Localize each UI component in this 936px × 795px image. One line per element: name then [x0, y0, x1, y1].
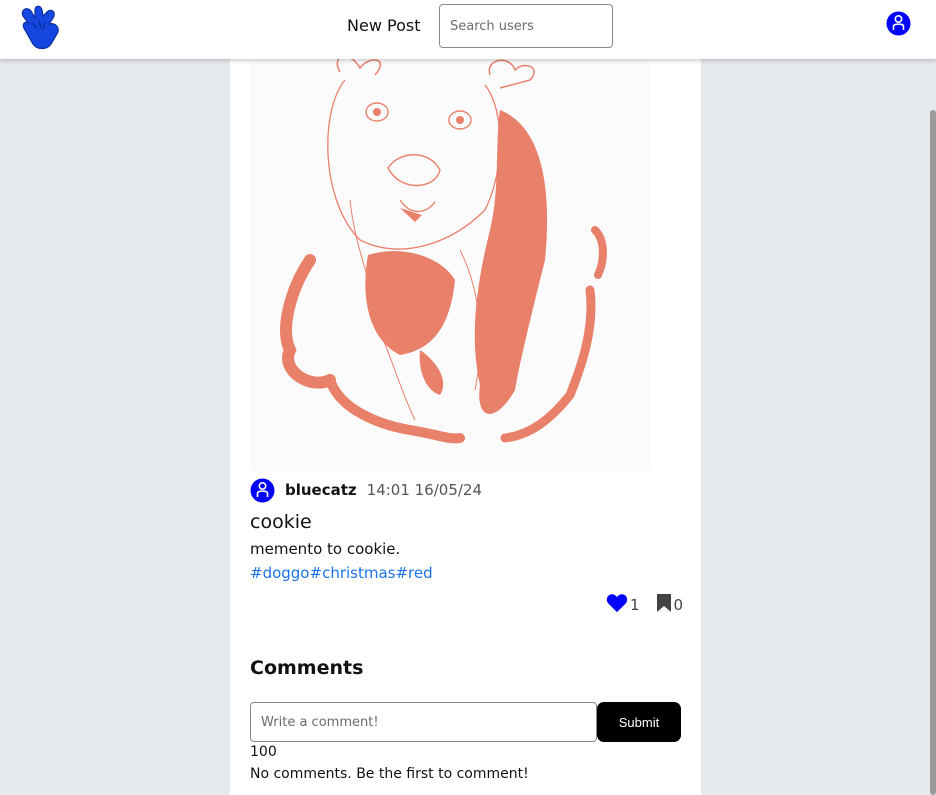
dog-illustration-image — [250, 50, 650, 471]
submit-comment-button[interactable]: Submit — [597, 702, 681, 742]
post-meta: bluecatz 14:01 16/05/24 — [250, 477, 482, 503]
bookmark-icon[interactable] — [656, 593, 672, 613]
top-navbar: New Post — [0, 0, 936, 59]
post-description: memento to cookie. — [250, 540, 401, 558]
like-count: 1 — [630, 596, 640, 614]
post-card: bluecatz 14:01 16/05/24 cookie memento t… — [230, 50, 701, 795]
tag-doggo[interactable]: #doggo — [250, 564, 310, 582]
tag-christmas[interactable]: #christmas — [310, 564, 396, 582]
author-username[interactable]: bluecatz — [285, 481, 357, 499]
heart-icon[interactable] — [606, 593, 628, 613]
comment-char-count: 100 — [250, 744, 277, 760]
post-tags: #doggo#christmas#red — [250, 564, 433, 582]
comment-input[interactable] — [250, 702, 597, 742]
author-avatar-icon[interactable] — [250, 478, 275, 503]
new-post-link[interactable]: New Post — [347, 16, 420, 35]
post-timestamp: 14:01 16/05/24 — [366, 481, 483, 499]
comments-heading: Comments — [250, 657, 364, 679]
dog-illustration-icon — [280, 56, 607, 444]
post-actions: 1 0 — [606, 587, 683, 613]
post-title: cookie — [250, 511, 312, 533]
tag-red[interactable]: #red — [395, 564, 432, 582]
no-comments-message: No comments. Be the first to comment! — [250, 766, 529, 782]
page-scrollbar-thumb[interactable] — [930, 110, 936, 795]
user-avatar-icon[interactable] — [886, 11, 911, 36]
bookmark-count: 0 — [673, 596, 684, 614]
hand-sign-logo-icon[interactable] — [17, 2, 65, 50]
search-users-input[interactable] — [439, 4, 613, 48]
